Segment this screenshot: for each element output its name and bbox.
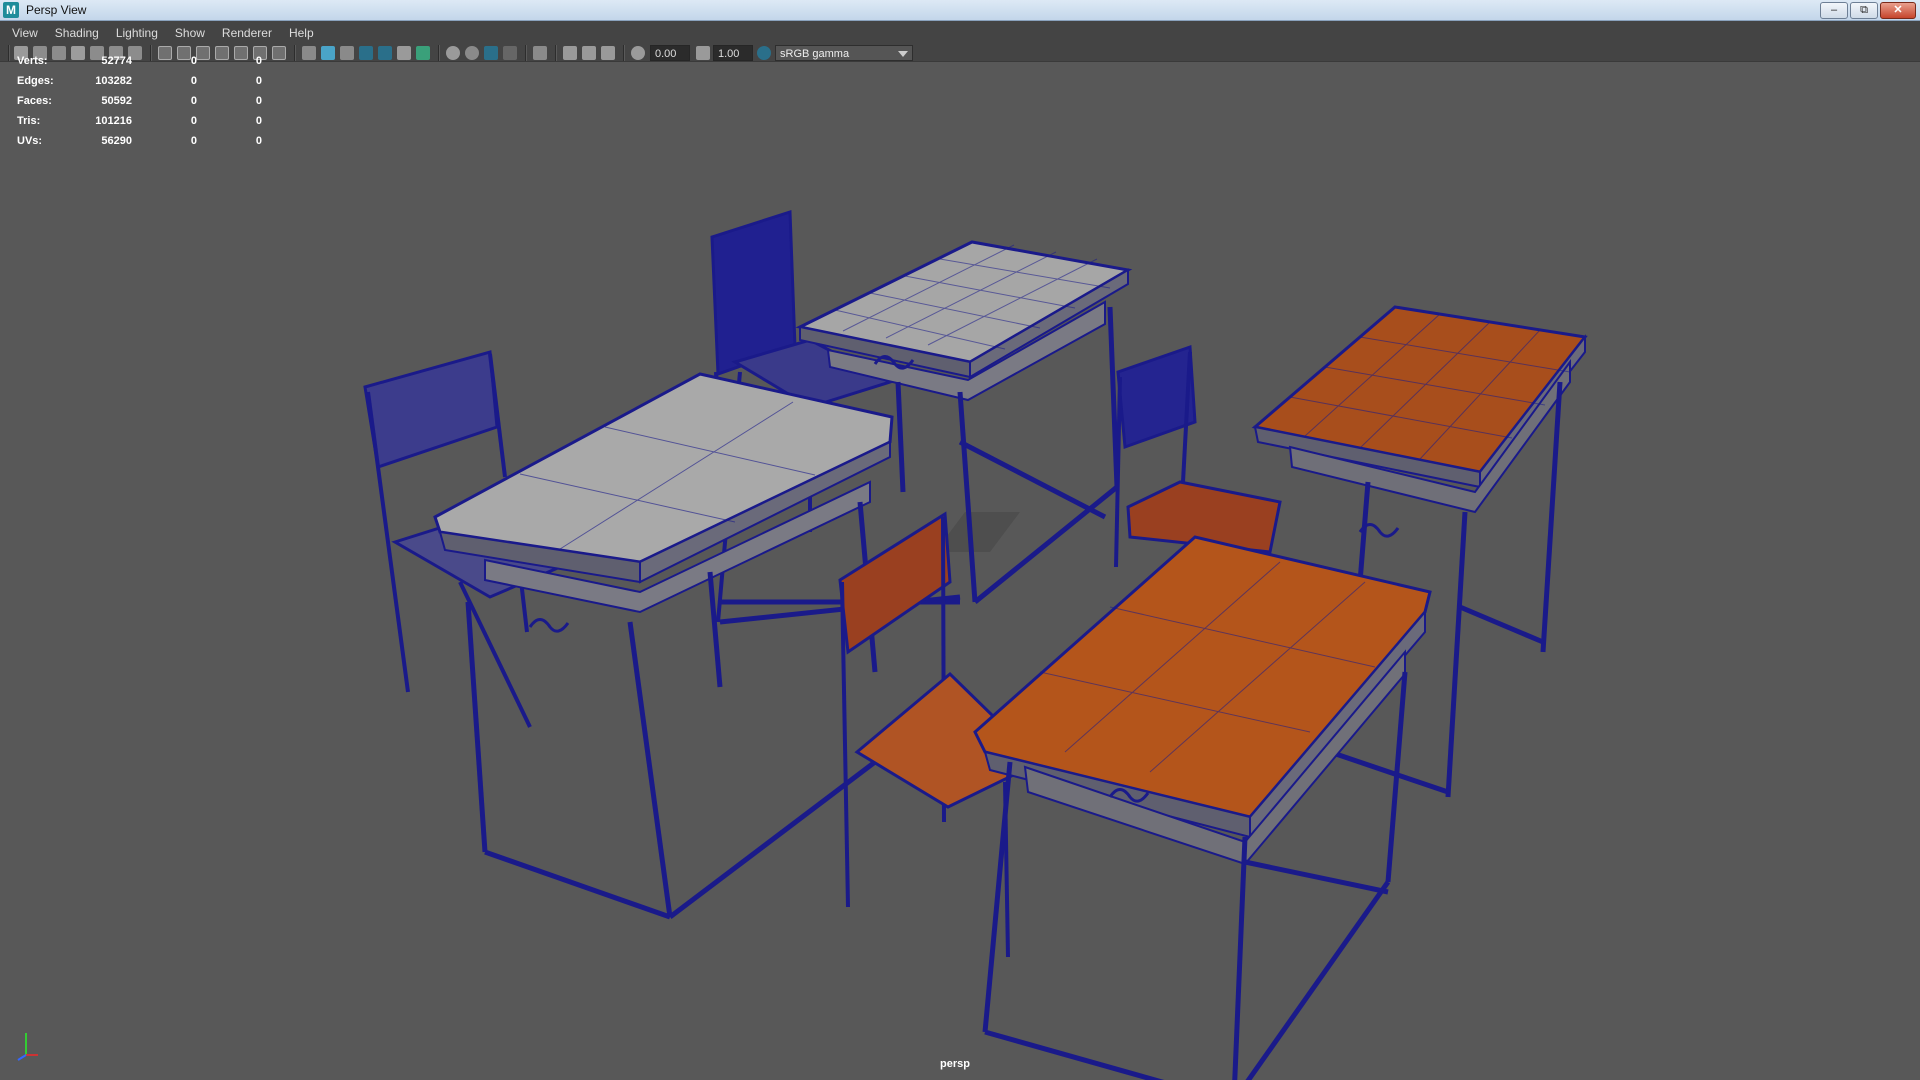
xray-joints-icon[interactable] bbox=[601, 46, 615, 60]
hud-value-components: 0 bbox=[255, 115, 262, 127]
wireframe-on-shaded-icon[interactable] bbox=[359, 46, 373, 60]
exposure-icon[interactable] bbox=[631, 46, 645, 60]
xray-active-components-icon[interactable] bbox=[582, 46, 596, 60]
title-bar[interactable]: M Persp View – ⧉ ✕ bbox=[0, 0, 1920, 21]
maya-persp-window: M Persp View – ⧉ ✕ View Shading Lighting… bbox=[0, 0, 1920, 1080]
multisample-aa-icon[interactable] bbox=[484, 46, 498, 60]
perspective-viewport[interactable]: Verts: 52774 0 0 Edges: 103282 0 0 Faces… bbox=[0, 55, 1920, 1080]
xray-icon[interactable] bbox=[563, 46, 577, 60]
hud-value-selected: 0 bbox=[190, 55, 197, 67]
toolbar-separator bbox=[555, 45, 557, 61]
hud-value-components: 0 bbox=[255, 55, 262, 67]
hud-value-components: 0 bbox=[255, 75, 262, 87]
minimize-button[interactable]: – bbox=[1820, 2, 1848, 19]
textured-icon[interactable] bbox=[378, 46, 392, 60]
depth-of-field-icon[interactable] bbox=[503, 46, 517, 60]
hud-row-tris: Tris: 101216 0 0 bbox=[0, 115, 280, 131]
hud-value-components: 0 bbox=[255, 95, 262, 107]
maya-app-icon: M bbox=[3, 2, 19, 18]
panel-toolbar: 0.00 1.00 sRGB gamma bbox=[0, 44, 1920, 62]
hud-value-selected: 0 bbox=[190, 75, 197, 87]
hud-label: Verts: bbox=[17, 55, 48, 67]
hud-value-selected: 0 bbox=[190, 115, 197, 127]
view-transform-icon[interactable] bbox=[757, 46, 771, 60]
gamma-field[interactable]: 1.00 bbox=[713, 45, 753, 61]
hud-value-total: 103282 bbox=[95, 75, 132, 87]
use-all-lights-icon[interactable] bbox=[397, 46, 411, 60]
menu-shading[interactable]: Shading bbox=[55, 26, 99, 40]
window-title: Persp View bbox=[26, 3, 87, 17]
scene-canvas[interactable] bbox=[0, 62, 1920, 1080]
hud-row-uvs: UVs: 56290 0 0 bbox=[0, 135, 280, 151]
color-space-value: sRGB gamma bbox=[780, 48, 850, 60]
motion-blur-icon[interactable] bbox=[465, 46, 479, 60]
toolbar-separator bbox=[623, 45, 625, 61]
isolate-select-icon[interactable] bbox=[533, 46, 547, 60]
menu-renderer[interactable]: Renderer bbox=[222, 26, 272, 40]
wireframe-icon[interactable] bbox=[302, 46, 316, 60]
hud-value-total: 52774 bbox=[101, 55, 132, 67]
toolbar-separator bbox=[294, 45, 296, 61]
hud-row-faces: Faces: 50592 0 0 bbox=[0, 95, 280, 111]
toolbar-separator bbox=[525, 45, 527, 61]
hud-label: Faces: bbox=[17, 95, 52, 107]
hud-row-verts: Verts: 52774 0 0 bbox=[0, 55, 280, 71]
chair-back-right bbox=[1114, 344, 1282, 568]
exposure-field[interactable]: 0.00 bbox=[650, 45, 690, 61]
menu-lighting[interactable]: Lighting bbox=[116, 26, 158, 40]
hud-value-total: 56290 bbox=[101, 135, 132, 147]
hud-label: UVs: bbox=[17, 135, 43, 147]
color-space-select[interactable]: sRGB gamma bbox=[775, 45, 913, 61]
menu-help[interactable]: Help bbox=[289, 26, 314, 40]
screen-space-ao-icon[interactable] bbox=[446, 46, 460, 60]
desk-front-right bbox=[973, 535, 1432, 1080]
hud-row-edges: Edges: 103282 0 0 bbox=[0, 75, 280, 91]
hud-label: Edges: bbox=[17, 75, 54, 87]
menu-bar: View Shading Lighting Show Renderer Help bbox=[0, 22, 1920, 44]
hud-value-components: 0 bbox=[255, 135, 262, 147]
default-material-icon[interactable] bbox=[340, 46, 354, 60]
hud-value-total: 101216 bbox=[95, 115, 132, 127]
hud-value-total: 50592 bbox=[101, 95, 132, 107]
gamma-icon[interactable] bbox=[696, 46, 710, 60]
view-axis-icon bbox=[17, 1033, 38, 1061]
maximize-button[interactable]: ⧉ bbox=[1850, 2, 1878, 19]
smooth-shade-icon[interactable] bbox=[321, 46, 335, 60]
camera-name-label: persp bbox=[940, 1058, 970, 1070]
menu-show[interactable]: Show bbox=[175, 26, 205, 40]
close-button[interactable]: ✕ bbox=[1880, 2, 1916, 19]
hud-label: Tris: bbox=[17, 115, 41, 127]
chevron-down-icon bbox=[898, 51, 908, 57]
shadows-icon[interactable] bbox=[416, 46, 430, 60]
hud-value-selected: 0 bbox=[190, 135, 197, 147]
toolbar-separator bbox=[438, 45, 440, 61]
menu-view[interactable]: View bbox=[12, 26, 38, 40]
hud-value-selected: 0 bbox=[190, 95, 197, 107]
